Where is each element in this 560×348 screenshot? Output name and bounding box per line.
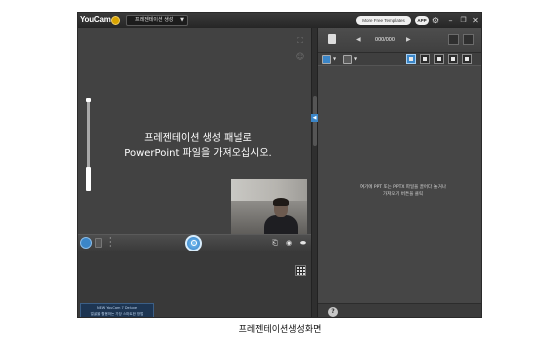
next-slide-icon[interactable]: ▶	[406, 36, 411, 43]
dropdown-arrow-icon: ▼	[180, 17, 184, 23]
promo-line2: 얼굴을 활용하는 가장 스마트한 방법	[90, 312, 144, 316]
zoom-slider-handle[interactable]	[86, 167, 91, 191]
annotation-toolbar: ▼ ▼	[318, 52, 481, 66]
import-hint-line2: 가져오기 버튼을 클릭	[382, 192, 424, 197]
collapse-arrow-icon[interactable]: ◀	[311, 114, 318, 122]
slides-toolbar: ◀ 000/000 ▶	[318, 28, 481, 52]
video-mode-icon[interactable]	[95, 238, 102, 248]
help-icon[interactable]: ?	[328, 307, 338, 317]
highlighter-dropdown-icon[interactable]: ▼	[354, 56, 357, 61]
view-camera-icon[interactable]	[420, 54, 430, 64]
capture-button[interactable]	[185, 235, 202, 252]
panel-splitter[interactable]: ◀	[311, 28, 318, 317]
slides-footer: ?	[318, 303, 481, 317]
effects-icon[interactable]: ◉	[284, 238, 294, 248]
rotate-icon[interactable]: ⎗	[270, 238, 280, 248]
grid-icon[interactable]	[295, 265, 306, 276]
view-slide-icon[interactable]	[462, 54, 472, 64]
import-message-line2: PowerPoint 파일을 가져오십시오.	[124, 148, 272, 159]
pen-dropdown-icon[interactable]: ▼	[333, 56, 336, 61]
stage: YouCam 프레젠테이션 생성 ▼ More Free Templates A…	[0, 0, 560, 348]
restore-icon[interactable]: ❐	[459, 15, 468, 26]
slides-panel: ◀ 000/000 ▶ ▼ ▼ 여기에 PPT 또는 PPTX 파일을 끌어다 …	[318, 28, 481, 317]
capture-controls: · · · ⎗ ◉ ⬬	[78, 234, 311, 252]
settings-icon[interactable]: ⚙	[431, 15, 440, 26]
highlighter-icon[interactable]	[343, 55, 352, 64]
app-logo: YouCam	[80, 15, 111, 24]
promo-banner[interactable]: NEW YouCam 7 Deluxe 얼굴을 활용하는 가장 스마트한 방법	[80, 303, 154, 317]
import-hint: 여기에 PPT 또는 PPTX 파일을 끌어다 놓거나 가져오기 버튼을 클릭	[328, 184, 478, 198]
photo-mode-icon[interactable]	[80, 237, 92, 249]
eraser-icon[interactable]: ⬬	[298, 238, 308, 248]
person-body	[264, 215, 298, 235]
title-bar: YouCam 프레젠테이션 생성 ▼ More Free Templates A…	[78, 13, 481, 28]
zoom-slider-top	[86, 98, 91, 102]
pen-icon[interactable]	[322, 55, 331, 64]
fullscreen-icon[interactable]: ⛶	[295, 36, 305, 46]
webcam-thumbnail	[231, 179, 307, 235]
minimize-icon[interactable]: –	[446, 15, 455, 26]
camera-preview: ⛶ ☺ 프레젠테이션 생성 패널로 PowerPoint 파일을 가져오십시오.	[78, 28, 311, 235]
layout-icon[interactable]	[463, 34, 474, 45]
import-message-line1: 프레젠테이션 생성 패널로	[144, 133, 252, 144]
face-tracking-icon[interactable]: ☺	[295, 52, 305, 62]
view-single-icon[interactable]	[406, 54, 416, 64]
view-split-icon[interactable]	[434, 54, 444, 64]
capture-icon	[191, 240, 197, 246]
more-icon[interactable]: · · ·	[109, 235, 112, 251]
close-icon[interactable]: ✕	[471, 15, 480, 26]
view-pip-icon[interactable]	[448, 54, 458, 64]
youcam-window: YouCam 프레젠테이션 생성 ▼ More Free Templates A…	[77, 12, 482, 318]
trash-icon[interactable]	[448, 34, 459, 45]
logo-badge-icon	[111, 16, 120, 25]
figure-caption: 프레젠테이션생성화면	[238, 325, 322, 335]
document-icon[interactable]	[328, 34, 336, 44]
left-panel: ⛶ ☺ 프레젠테이션 생성 패널로 PowerPoint 파일을 가져오십시오.	[78, 28, 311, 317]
import-message: 프레젠테이션 생성 패널로 PowerPoint 파일을 가져오십시오.	[98, 131, 298, 161]
mode-select[interactable]: 프레젠테이션 생성 ▼	[126, 15, 188, 26]
prev-slide-icon[interactable]: ◀	[356, 36, 361, 43]
free-templates-button[interactable]: More Free Templates	[356, 16, 411, 25]
app-button[interactable]: APP	[415, 16, 429, 25]
slide-counter: 000/000	[375, 37, 395, 43]
import-hint-line1: 여기에 PPT 또는 PPTX 파일을 끌어다 놓거나	[360, 185, 446, 190]
mode-select-label: 프레젠테이션 생성	[135, 17, 174, 23]
